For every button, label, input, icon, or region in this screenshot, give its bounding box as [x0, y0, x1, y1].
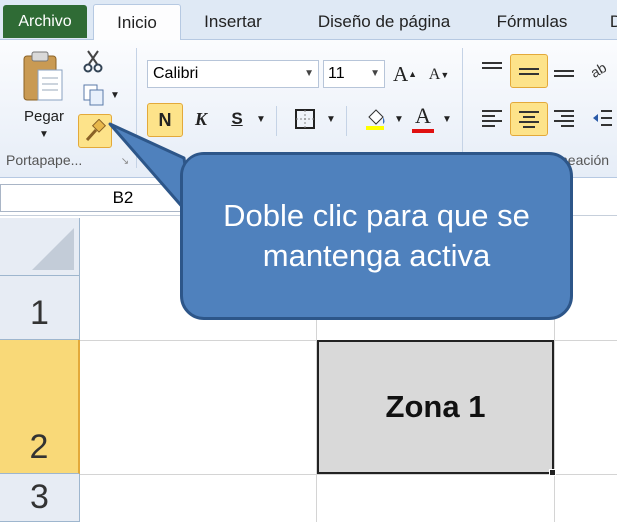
font-color-dropdown-icon[interactable]: ▼ — [440, 106, 454, 132]
cut-icon — [83, 50, 103, 73]
decrease-indent-icon — [593, 110, 612, 126]
fill-color-dropdown-icon[interactable]: ▼ — [392, 106, 406, 132]
grow-font-icon: A — [392, 61, 409, 86]
cell-b2[interactable]: Zona 1 — [317, 340, 554, 474]
tab-home[interactable]: Inicio — [93, 4, 181, 42]
row-number: 2 — [29, 428, 49, 466]
font-color-icon: A — [415, 103, 431, 128]
font-name-value: Calibri — [153, 65, 199, 82]
tab-data-partial[interactable]: D — [596, 4, 617, 40]
font-name-select[interactable]: Calibri ▼ — [147, 60, 319, 88]
underline-dropdown-icon[interactable]: ▼ — [254, 106, 268, 132]
tab-file[interactable]: Archivo — [3, 5, 87, 38]
font-size-select[interactable]: 11 ▼ — [323, 60, 385, 88]
align-top-button[interactable] — [478, 56, 506, 82]
tooltip-callout: Doble clic para que se mantenga activa — [180, 152, 573, 320]
fill-color-icon — [366, 109, 385, 130]
row-number: 3 — [30, 478, 49, 516]
select-all-corner[interactable] — [0, 218, 80, 276]
tab-formulas[interactable]: Fórmulas — [484, 4, 580, 40]
shrink-font-button[interactable]: A ▼ — [426, 62, 452, 88]
row-header-1[interactable]: 1 — [0, 276, 80, 340]
gridline — [80, 474, 617, 475]
align-center-button[interactable] — [510, 102, 548, 136]
underline-label: S — [231, 109, 243, 128]
chevron-down-icon: ▼ — [370, 68, 380, 79]
cell-b2-value: Zona 1 — [385, 389, 486, 424]
callout-seam — [183, 155, 223, 227]
font-color-button[interactable]: A — [408, 100, 438, 136]
clipboard-group-label: Portapape... — [6, 152, 83, 168]
font-separator — [346, 106, 347, 136]
row-number: 1 — [30, 294, 49, 332]
paste-icon — [23, 51, 63, 101]
chevron-down-icon: ▼ — [304, 68, 314, 79]
align-right-button[interactable] — [550, 104, 578, 132]
fill-handle[interactable] — [549, 469, 556, 476]
align-middle-icon — [519, 68, 539, 75]
align-left-icon — [482, 110, 502, 127]
align-bottom-button[interactable] — [550, 56, 578, 82]
paste-button[interactable] — [18, 48, 68, 106]
align-center-icon — [519, 111, 539, 128]
font-size-value: 11 — [328, 65, 345, 82]
underline-button[interactable]: S — [222, 103, 252, 135]
shrink-font-icon: A — [428, 66, 441, 83]
format-painter-icon — [85, 119, 107, 142]
borders-button[interactable] — [288, 103, 322, 135]
row-header-2-selected[interactable]: 2 — [0, 340, 80, 474]
align-bottom-icon — [554, 70, 574, 77]
orientation-button[interactable]: ab — [586, 56, 614, 82]
tab-insert[interactable]: Insertar — [188, 4, 278, 40]
align-left-button[interactable] — [478, 104, 506, 132]
paste-label[interactable]: Pegar — [12, 104, 76, 128]
paste-dropdown-icon[interactable]: ▼ — [36, 128, 52, 140]
fill-color-button[interactable] — [360, 103, 390, 135]
align-right-icon — [554, 110, 574, 127]
orientation-icon: ab — [588, 59, 609, 79]
tab-page-layout[interactable]: Diseño de página — [296, 4, 472, 40]
borders-icon — [295, 109, 315, 129]
row-header-3[interactable]: 3 — [0, 474, 80, 522]
decrease-indent-button[interactable] — [588, 104, 616, 132]
copy-button[interactable]: ▼ — [80, 82, 122, 108]
copy-dropdown-icon[interactable]: ▼ — [110, 90, 120, 101]
align-top-icon — [482, 62, 502, 69]
borders-dropdown-icon[interactable]: ▼ — [324, 106, 338, 132]
grow-font-button[interactable]: A ▲ — [392, 60, 418, 88]
font-separator — [276, 106, 277, 136]
copy-icon — [83, 84, 104, 106]
cut-button[interactable] — [80, 48, 106, 74]
group-separator — [462, 48, 463, 168]
select-all-icon — [32, 228, 74, 270]
ribbon-tab-bar: Archivo Inicio Insertar Diseño de página… — [0, 0, 617, 42]
svg-text:ab: ab — [588, 59, 609, 79]
callout-text: Doble clic para que se mantenga activa — [223, 197, 530, 273]
align-middle-button[interactable] — [510, 54, 548, 88]
